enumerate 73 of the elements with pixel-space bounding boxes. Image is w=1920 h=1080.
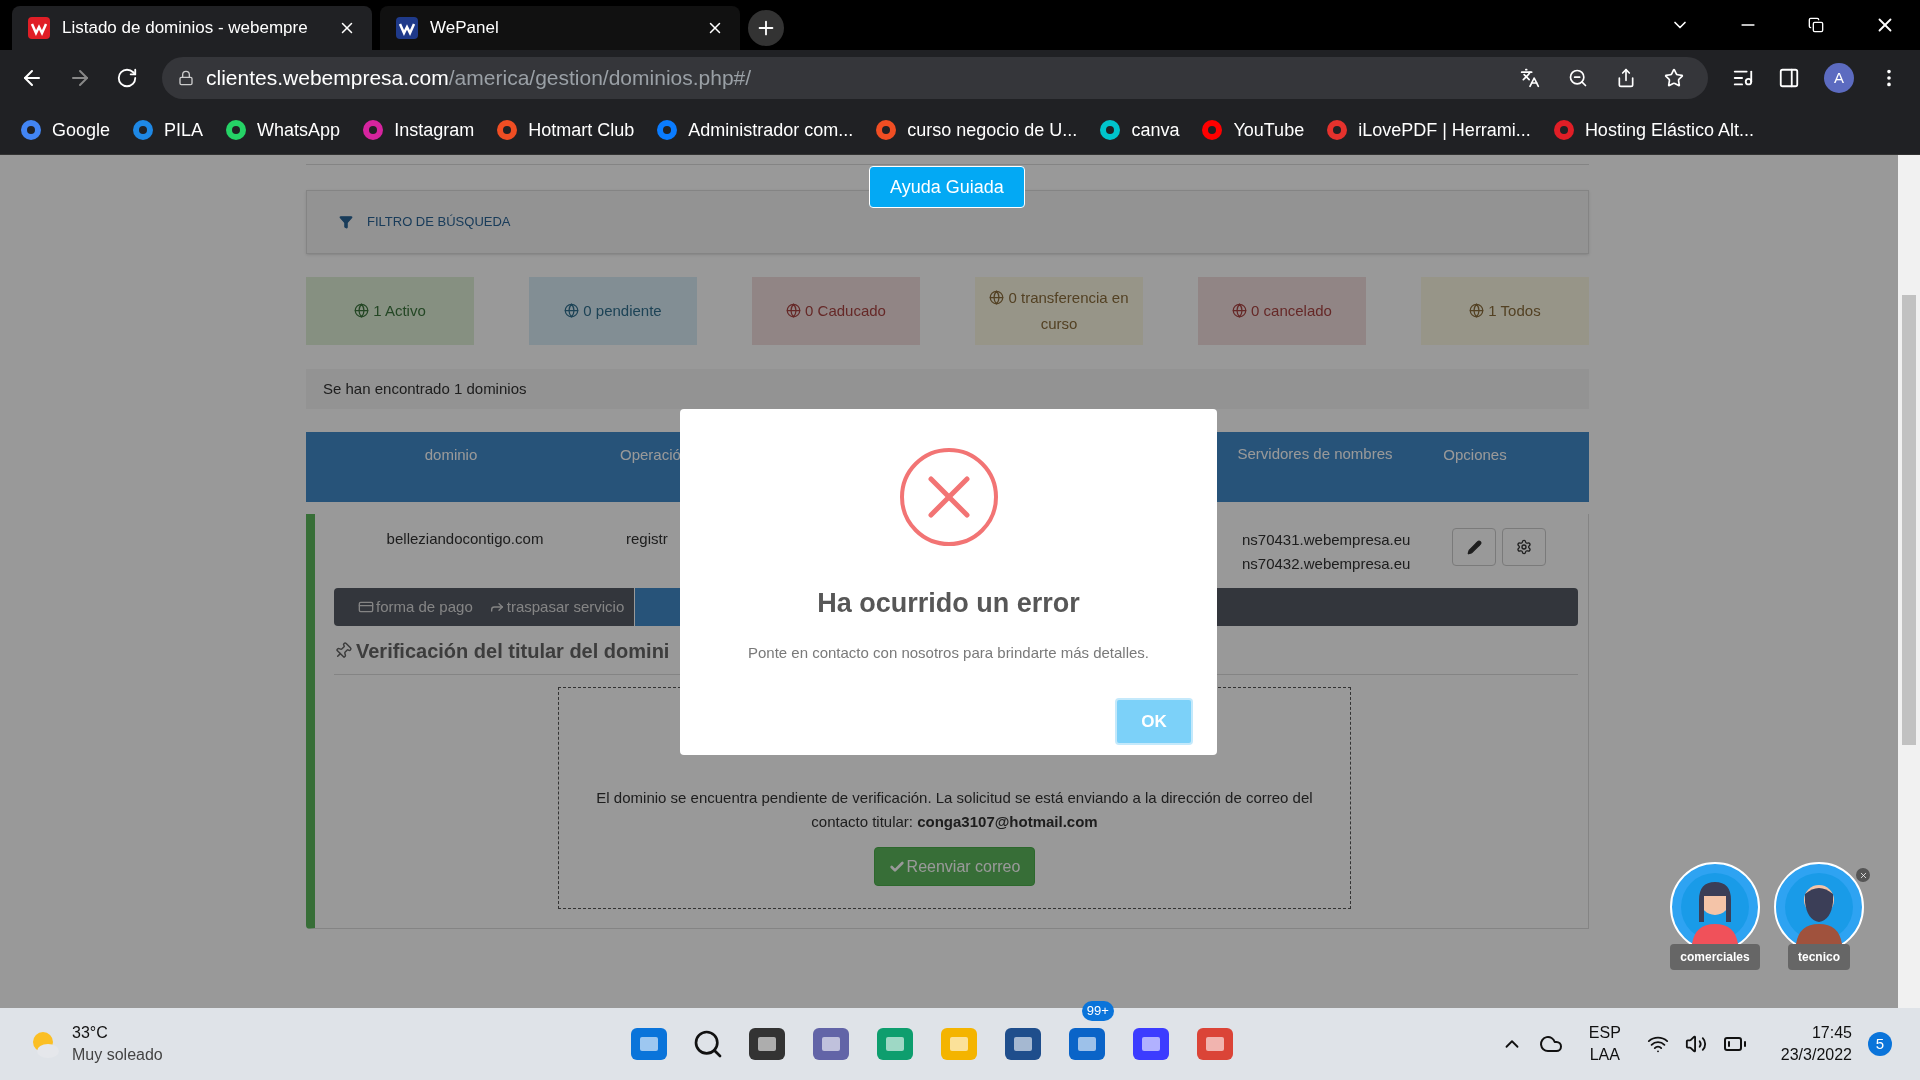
column-header: Operació (620, 445, 681, 465)
browser-tab[interactable]: WePanel (380, 6, 740, 50)
reload-icon[interactable] (116, 67, 138, 89)
star-icon[interactable] (1664, 68, 1684, 88)
temperature-text: 33°C (72, 1023, 109, 1043)
verification-text: El dominio se encuentra pendiente de verificación. La solicitud se está enviando a la dirección de correo del contacto titular: conga3107@hotmail.com (595, 788, 1314, 832)
tab-title: WePanel (430, 17, 500, 40)
column-header: Opciones (1442, 445, 1508, 465)
status-label: 0 pendiente (564, 298, 662, 324)
language-text[interactable]: LAA (1589, 1044, 1620, 1066)
bookmark-link[interactable]: canva (1131, 116, 1180, 144)
status-label: 1 Activo (354, 298, 426, 324)
agent-label[interactable]: tecnico (1788, 944, 1850, 970)
dialog-title: Ha ocurrido un error (817, 587, 1080, 620)
status-label: 1 Todos (1469, 298, 1541, 324)
column-header: dominio (423, 445, 479, 465)
domain-name: belleziandocontigo.com (385, 529, 545, 549)
language-text[interactable]: ESP (1588, 1022, 1621, 1044)
bookmark-link[interactable]: Hosting Elástico Alt... (1584, 116, 1754, 144)
bookmark-link[interactable]: Google (52, 116, 111, 144)
bookmark-link[interactable]: iLovePDF | Herrami... (1358, 116, 1531, 144)
column-header: Servidores de nombres (1236, 444, 1394, 464)
bookmark-link[interactable]: YouTube (1233, 116, 1305, 144)
share-icon[interactable] (1616, 68, 1636, 88)
error-icon (898, 447, 999, 547)
weather-text: Muy soleado (72, 1045, 163, 1065)
lock-icon (178, 70, 194, 86)
globe-icon (1469, 302, 1485, 318)
status-label: 0 transferencia en curso (983, 285, 1135, 337)
nameserver-text: ns70431.webempresa.eu (1242, 530, 1412, 550)
url-text: clientes.webempresa.com/america/gestion/dominios.php#/ (206, 65, 753, 92)
globe-icon (1232, 302, 1248, 318)
bookmark-link[interactable]: curso negocio de U... (907, 116, 1078, 144)
scrollbar[interactable] (1898, 155, 1920, 1008)
dialog-message: Ponte en contacto con nosotros para brindarte más detalles. (747, 642, 1150, 663)
mail-badge: 99+ (1081, 1001, 1114, 1021)
results-text: Se han encontrado 1 dominios (323, 378, 527, 399)
translate-icon[interactable] (1520, 68, 1540, 88)
nameserver-text: ns70432.webempresa.eu (1242, 554, 1412, 574)
globe-icon (354, 302, 370, 318)
restore-icon[interactable] (1808, 17, 1824, 33)
pencil-icon (1466, 539, 1482, 555)
globe-icon (786, 302, 802, 318)
clock-time[interactable]: 17:45 (1811, 1022, 1852, 1044)
bookmark-link[interactable]: Administrador com... (688, 116, 854, 144)
new-tab-button[interactable] (748, 10, 784, 46)
agent-label[interactable]: comerciales (1670, 944, 1760, 970)
clock-date[interactable]: 23/3/2022 (1780, 1044, 1852, 1066)
bookmark-link[interactable]: PILA (164, 116, 204, 144)
filter-icon (339, 215, 353, 229)
operation-text: registr (626, 529, 668, 549)
globe-icon (989, 289, 1005, 305)
profile-avatar[interactable]: A (1824, 63, 1854, 93)
edit-button[interactable] (1452, 528, 1496, 566)
address-bar[interactable]: clientes.webempresa.com/america/gestion/dominios.php#/ (162, 57, 1708, 99)
bookmark-link[interactable]: Instagram (394, 116, 475, 144)
bookmark-link[interactable]: WhatsApp (257, 116, 341, 144)
filter-label: FILTRO DE BÚSQUEDA (367, 213, 511, 232)
status-label: 0 Caducado (786, 298, 886, 324)
card-icon (358, 599, 374, 615)
gear-icon (1516, 539, 1532, 555)
volume-icon[interactable] (1684, 1033, 1707, 1055)
globe-icon (564, 302, 580, 318)
tab-title: Listado de dominios - webempre (62, 17, 309, 40)
settings-button[interactable] (1502, 528, 1546, 566)
status-label: 0 cancelado (1232, 298, 1332, 324)
browser-tab[interactable]: Listado de dominios - webempre (12, 6, 372, 50)
verification-title: Verificación del titular del domini (356, 639, 670, 664)
side-panel-icon[interactable] (1778, 67, 1800, 89)
bookmark-link[interactable]: Hotmart Club (528, 116, 635, 144)
zoom-icon[interactable] (1568, 68, 1588, 88)
notification-badge[interactable]: 5 (1868, 1032, 1892, 1056)
agent-avatar[interactable] (1774, 862, 1864, 944)
